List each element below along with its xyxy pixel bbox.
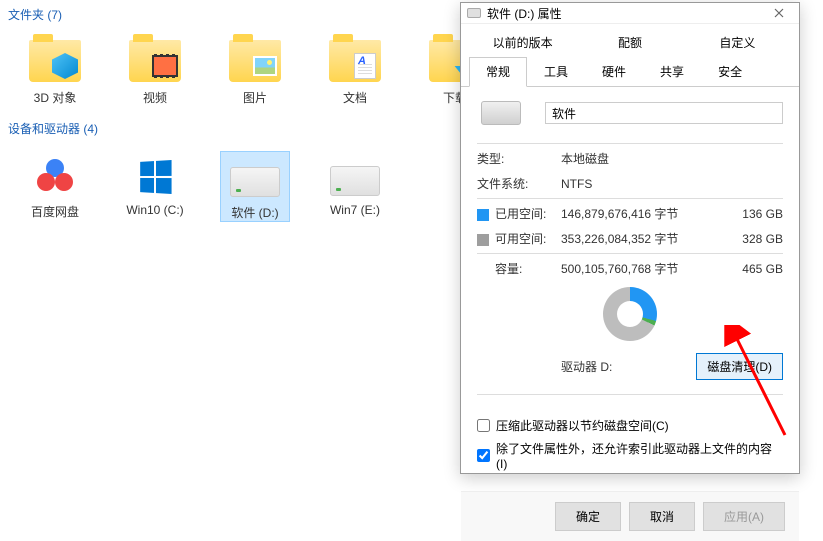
folder-label: 文档 [343, 89, 367, 106]
drive-label: Win7 (E:) [330, 203, 380, 217]
close-button[interactable] [765, 3, 793, 23]
tab-security[interactable]: 安全 [701, 57, 759, 86]
drive-icon [467, 8, 481, 18]
free-human: 328 GB [742, 232, 783, 246]
tab-sharing[interactable]: 共享 [643, 57, 701, 86]
tab-strip: 以前的版本 配额 自定义 常规 工具 硬件 共享 安全 [461, 24, 799, 87]
index-checkbox[interactable] [477, 449, 490, 462]
tab-quota[interactable]: 配额 [576, 28, 683, 57]
capacity-bytes: 500,105,760,768 字节 [561, 260, 732, 277]
free-bytes: 353,226,084,352 字节 [561, 230, 732, 247]
capacity-label: 容量: [477, 260, 551, 277]
folder-icon [27, 37, 83, 85]
tab-tools[interactable]: 工具 [527, 57, 585, 86]
dialog-title: 软件 (D:) 属性 [487, 5, 765, 22]
separator [477, 143, 783, 144]
used-swatch-icon [477, 209, 489, 221]
apply-button[interactable]: 应用(A) [703, 502, 785, 531]
drive-label: Win10 (C:) [126, 203, 183, 217]
type-label: 类型: [477, 150, 551, 167]
dialog-footer: 确定 取消 应用(A) [461, 491, 799, 541]
dialog-titlebar[interactable]: 软件 (D:) 属性 [461, 3, 799, 24]
folder-label: 3D 对象 [34, 89, 77, 106]
tab-general[interactable]: 常规 [469, 57, 527, 87]
folder-icon [127, 37, 183, 85]
folder-3d-objects[interactable]: 3D 对象 [20, 37, 90, 106]
drive-d[interactable]: 软件 (D:) [220, 151, 290, 222]
separator [477, 198, 783, 199]
properties-dialog: 软件 (D:) 属性 以前的版本 配额 自定义 常规 工具 硬件 共享 安全 类… [460, 2, 800, 474]
close-icon [774, 8, 784, 18]
drive-baidu[interactable]: 百度网盘 [20, 151, 90, 222]
drive-icon [327, 151, 383, 199]
free-label: 可用空间: [477, 230, 551, 247]
folder-videos[interactable]: 视频 [120, 37, 190, 106]
drive-icon [227, 152, 283, 200]
disk-cleanup-button[interactable]: 磁盘清理(D) [696, 353, 783, 380]
index-checkbox-row[interactable]: 除了文件属性外，还允许索引此驱动器上文件的内容(I) [477, 440, 783, 471]
tab-hardware[interactable]: 硬件 [585, 57, 643, 86]
drive-name-input[interactable] [545, 102, 783, 124]
cancel-button[interactable]: 取消 [629, 502, 695, 531]
used-label: 已用空间: [477, 205, 551, 222]
tab-previous-versions[interactable]: 以前的版本 [469, 28, 576, 57]
fs-label: 文件系统: [477, 175, 551, 192]
compress-checkbox-row[interactable]: 压缩此驱动器以节约磁盘空间(C) [477, 417, 783, 434]
drive-label: 软件 (D:) [231, 204, 278, 221]
tab-custom[interactable]: 自定义 [684, 28, 791, 57]
used-bytes: 146,879,676,416 字节 [561, 205, 732, 222]
free-swatch-icon [477, 234, 489, 246]
drive-label: 百度网盘 [31, 203, 79, 220]
ok-button[interactable]: 确定 [555, 502, 621, 531]
drive-e[interactable]: Win7 (E:) [320, 151, 390, 222]
separator [477, 394, 783, 395]
drive-icon [481, 101, 521, 125]
usage-donut-chart [603, 287, 657, 341]
drive-letter-label: 驱动器 D: [477, 358, 696, 375]
separator [477, 253, 783, 254]
dialog-body: 类型: 本地磁盘 文件系统: NTFS 已用空间: 146,879,676,41… [461, 87, 799, 491]
index-label: 除了文件属性外，还允许索引此驱动器上文件的内容(I) [496, 440, 783, 471]
compress-checkbox[interactable] [477, 419, 490, 432]
used-human: 136 GB [742, 207, 783, 221]
drive-c[interactable]: Win10 (C:) [120, 151, 190, 222]
fs-value: NTFS [561, 177, 783, 191]
folder-icon [227, 37, 283, 85]
type-value: 本地磁盘 [561, 150, 783, 167]
folder-pictures[interactable]: 图片 [220, 37, 290, 106]
folder-icon [327, 37, 383, 85]
folder-label: 图片 [243, 89, 267, 106]
compress-label: 压缩此驱动器以节约磁盘空间(C) [496, 417, 669, 434]
folder-documents[interactable]: 文档 [320, 37, 390, 106]
baidu-icon [27, 151, 83, 199]
drive-icon [127, 151, 183, 199]
capacity-human: 465 GB [742, 262, 783, 276]
folder-label: 视频 [143, 89, 167, 106]
